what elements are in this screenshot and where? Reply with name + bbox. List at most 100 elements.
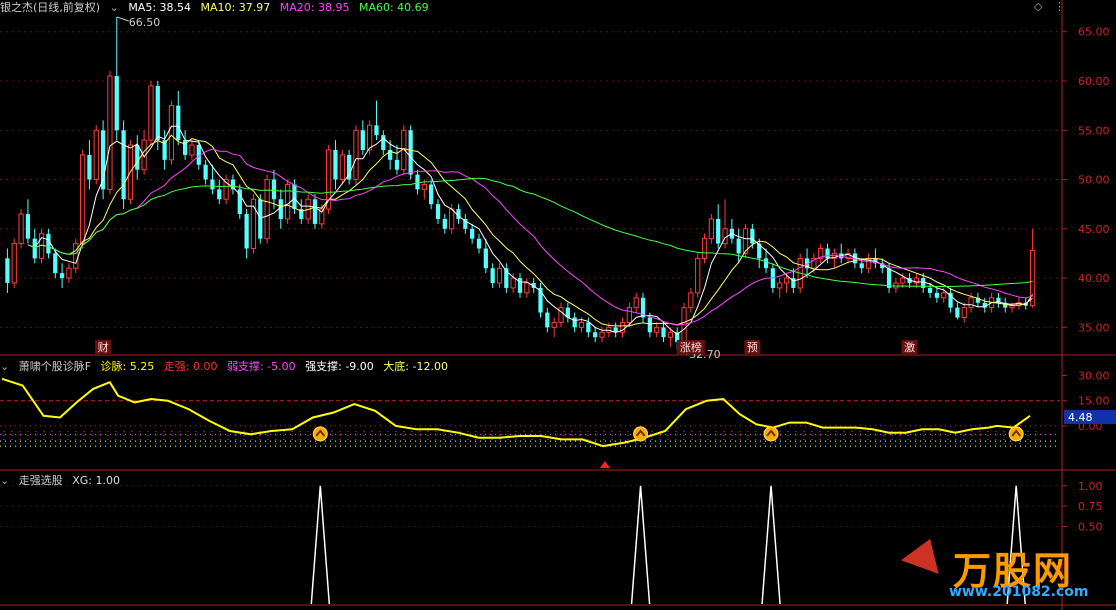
candle-body	[777, 282, 783, 289]
candle-body	[667, 331, 673, 338]
y-tick-label: 45.00	[1078, 223, 1110, 236]
weak-support-label: 弱支撑: -5.00	[226, 360, 296, 373]
candle-body	[258, 199, 263, 239]
candle-body	[750, 228, 755, 244]
candle-body	[578, 321, 585, 328]
candle-body	[114, 76, 119, 131]
candle-body	[558, 307, 564, 323]
current-value-label: 4.48	[1068, 411, 1093, 424]
candle-body	[681, 307, 687, 343]
candle-body	[593, 332, 598, 338]
candle-body	[367, 124, 373, 151]
ma60-label: MA60: 40.69	[358, 1, 429, 14]
candle-body	[688, 292, 694, 309]
up-arrow-signal-icon	[1008, 426, 1024, 442]
candle-body	[25, 214, 31, 239]
candle-body	[927, 287, 933, 293]
candle-body	[93, 129, 99, 181]
candle-body	[353, 129, 359, 181]
candle-body	[415, 174, 420, 190]
candle-body	[312, 199, 318, 224]
candle-body	[490, 268, 495, 284]
candle-body	[121, 130, 126, 200]
collapse-icon-2[interactable]: ⌄	[0, 474, 9, 487]
candle-body	[244, 214, 249, 249]
candle-body	[941, 292, 947, 299]
y-tick-label: 60.00	[1078, 75, 1110, 88]
candle-body	[517, 278, 523, 293]
candle-body	[859, 263, 864, 269]
main-title: 银之杰(日线,前复权)	[0, 1, 101, 14]
more-icon[interactable]: ⋮	[1054, 0, 1065, 13]
zouqiang-label: 走强: 0.00	[163, 360, 218, 373]
y-tick-label: 30.00	[1078, 369, 1110, 382]
candle-body	[647, 317, 652, 333]
big-bottom-label: 大底: -12.00	[383, 360, 448, 373]
stock-chart[interactable]: 35.00 40.00 45.00 50.00 55.00 60.00 65.00 66.50…	[0, 0, 1116, 610]
y-tick-label: 50.00	[1078, 174, 1110, 187]
ma-line	[27, 125, 1034, 335]
candle-body	[825, 248, 830, 259]
candle-body	[695, 257, 701, 294]
y-tick-label: 1.00	[1078, 480, 1103, 493]
indicator2-title: 走强选股	[18, 474, 63, 487]
up-arrow-signal-icon	[312, 426, 328, 442]
candle-body	[59, 273, 65, 279]
candle-body	[339, 154, 345, 181]
candle-body	[374, 125, 379, 136]
red-triangle-icon	[599, 461, 610, 468]
high-annotation: 66.50	[129, 16, 161, 29]
y-tick-label: 40.00	[1078, 272, 1110, 285]
candle-body	[381, 135, 386, 150]
y-tick-label: 55.00	[1078, 124, 1110, 137]
candle-body	[886, 268, 892, 288]
ma5-label: MA5: 38.54	[128, 1, 192, 14]
window-controls: ◇ ⋮	[1034, 0, 1065, 13]
candle-body	[586, 322, 591, 333]
candle-body	[476, 238, 482, 249]
logo-arrow-icon	[901, 532, 949, 574]
candle-body	[79, 154, 86, 245]
candle-body	[217, 189, 222, 200]
event-tag: 预	[747, 341, 758, 354]
event-tag: 激	[904, 340, 915, 354]
candle-body	[285, 183, 291, 220]
candle-body	[189, 144, 195, 156]
candle-body	[46, 233, 51, 254]
candle-body	[32, 238, 37, 259]
candle-body	[626, 307, 632, 323]
diamond-icon[interactable]: ◇	[1034, 0, 1042, 13]
candle-body	[271, 179, 277, 200]
candle-body	[545, 312, 550, 328]
candle-body	[572, 317, 577, 328]
ma20-label: MA20: 38.95	[279, 1, 350, 14]
candle-body	[394, 159, 400, 170]
candle-body	[599, 331, 605, 338]
collapse-icon[interactable]: ⌄	[0, 360, 9, 373]
annotation-pointer	[116, 16, 129, 22]
ma10-label: MA10: 37.97	[200, 1, 271, 14]
candle-body	[633, 297, 639, 309]
candle-body	[783, 277, 790, 284]
candle-body	[18, 213, 24, 245]
candle-body	[701, 238, 708, 259]
candle-body	[961, 307, 967, 319]
up-arrow-signal-icon	[763, 426, 779, 442]
ma-line	[27, 134, 1033, 327]
candle-body	[135, 145, 140, 170]
strong-support-label: 强支撑: -9.00	[305, 360, 374, 373]
candle-body	[708, 218, 714, 240]
candle-body	[87, 154, 92, 180]
candle-body	[483, 248, 488, 269]
candle-body	[716, 218, 721, 244]
settings-chevron-icon[interactable]: ⌄	[110, 1, 119, 14]
xg-label: XG: 1.00	[72, 474, 120, 487]
event-tag: 财	[98, 340, 109, 354]
candle-body	[73, 243, 79, 269]
xg-pulse	[630, 485, 651, 605]
candle-body	[210, 179, 215, 190]
indicator1-title: 萧啸个股诊脉F	[18, 360, 92, 373]
candle-body	[470, 228, 475, 239]
watermark-logo: 万股网 www.201082.com	[901, 532, 1095, 604]
candle-body	[442, 218, 447, 229]
